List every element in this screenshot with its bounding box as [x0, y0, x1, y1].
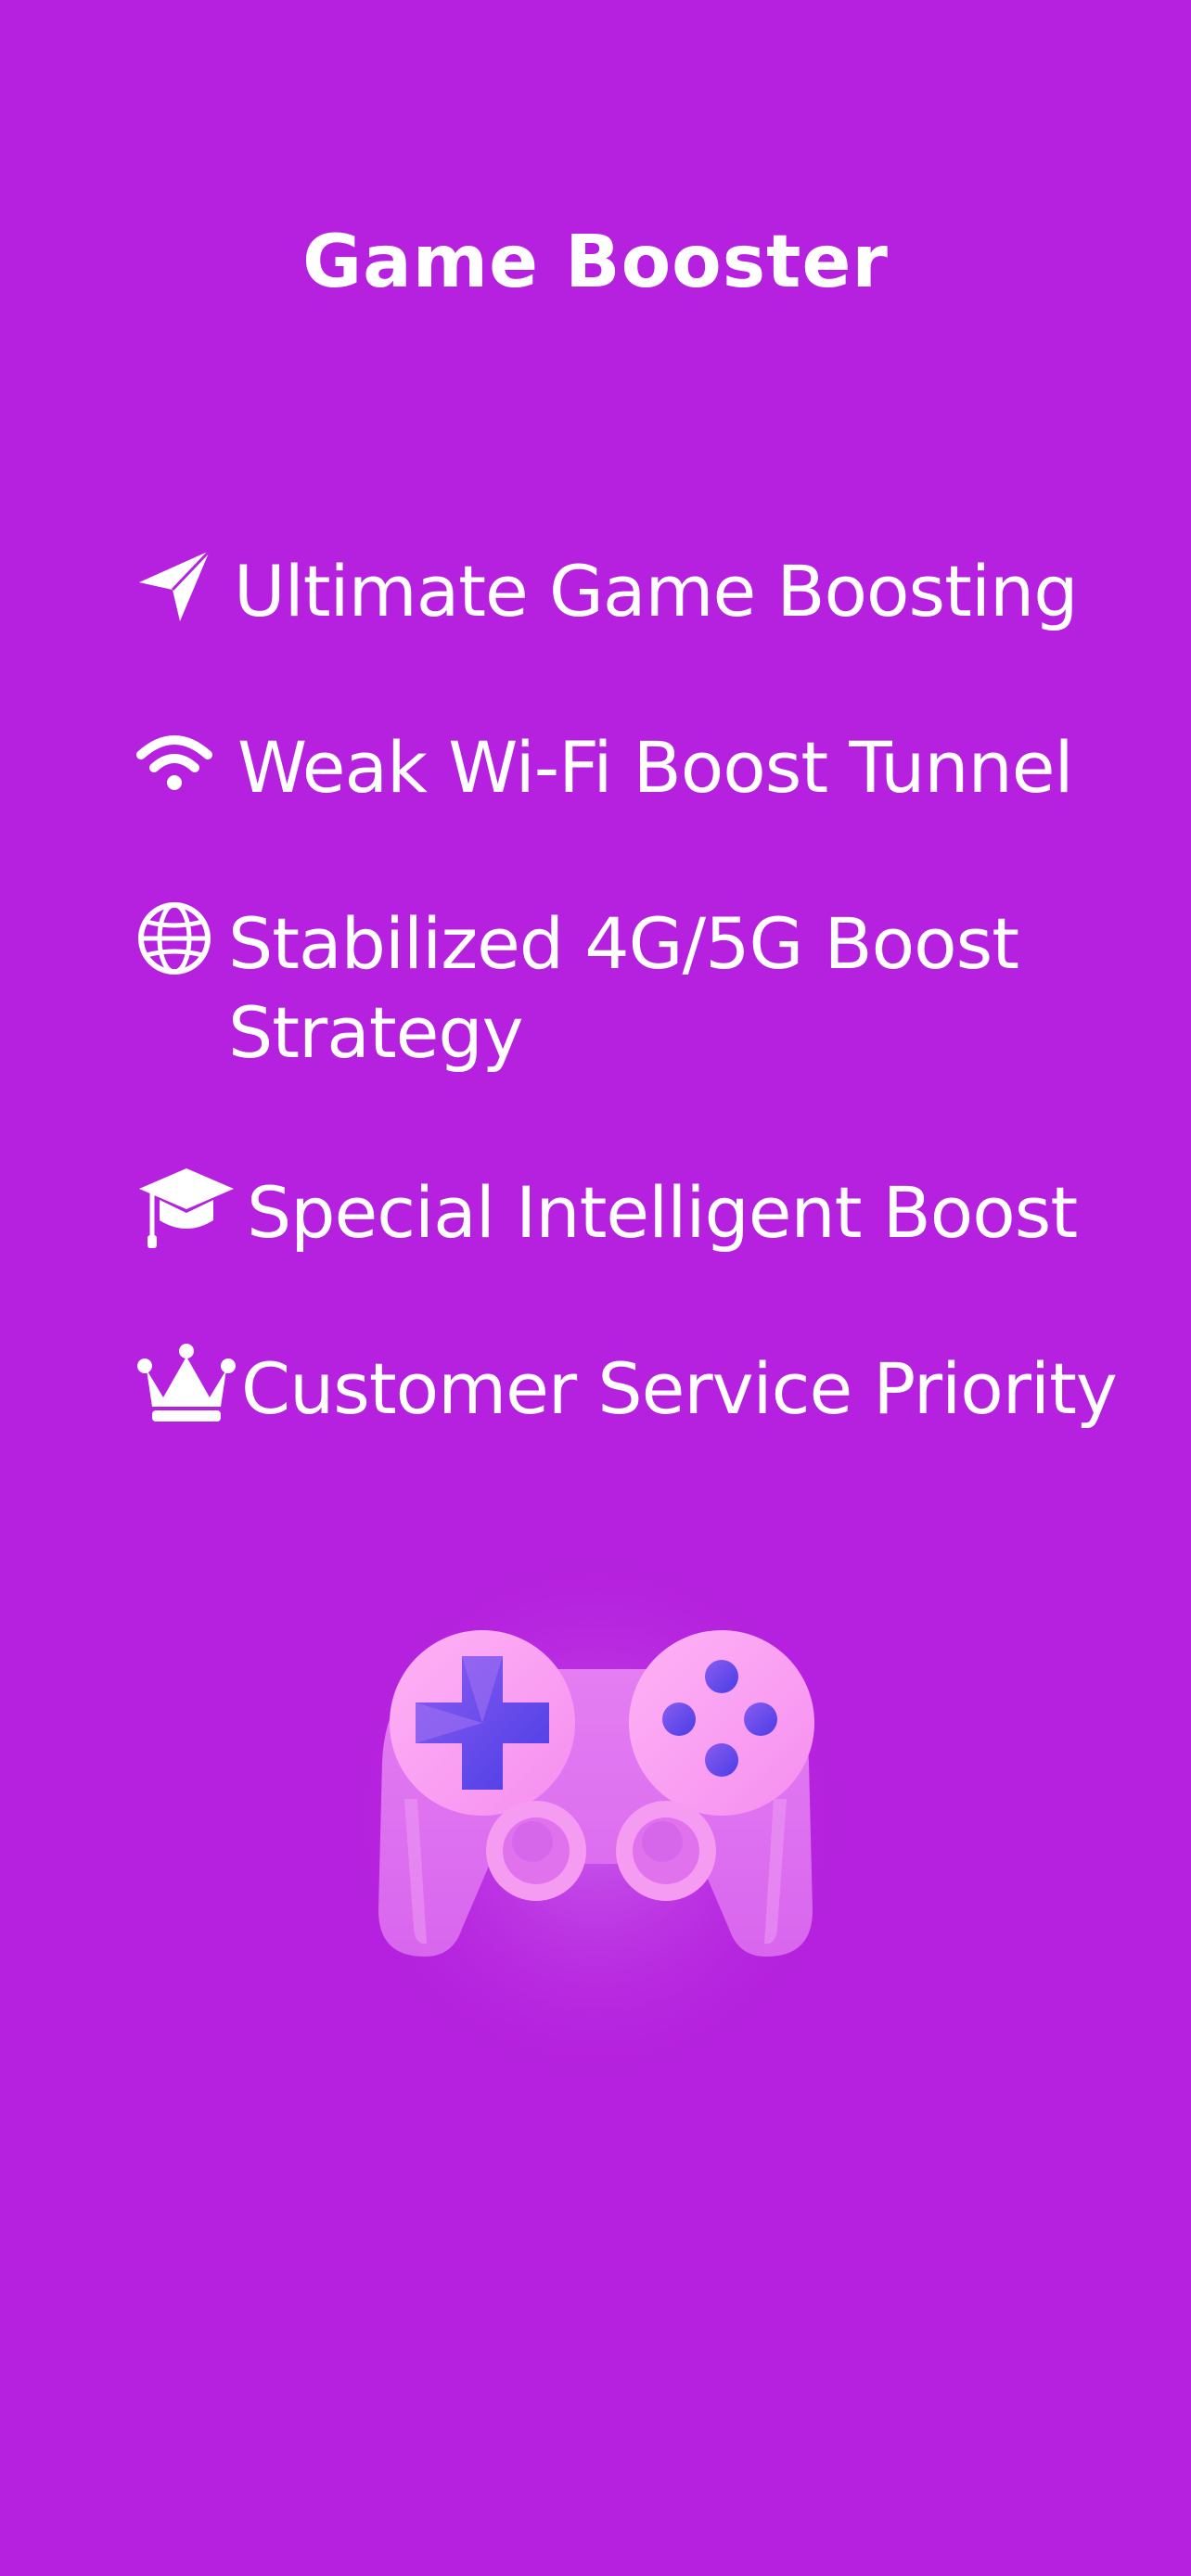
feature-item-wifi-tunnel: Weak Wi-Fi Boost Tunnel — [135, 723, 1074, 812]
feature-item-4g5g-strategy: Stabilized 4G/5G Boost Strategy — [135, 899, 1119, 1078]
feature-item-intelligent-boost: Special Intelligent Boost — [135, 1168, 1078, 1257]
graduation-cap-icon — [135, 1168, 237, 1248]
gamepad-icon — [330, 1539, 861, 2096]
feature-item-customer-priority: Customer Service Priority — [135, 1344, 1118, 1434]
feature-label: Weak Wi-Fi Boost Tunnel — [237, 726, 1074, 809]
feature-label: Customer Service Priority — [241, 1347, 1118, 1430]
page-title: Game Booster — [302, 221, 889, 304]
gamepad-illustration — [330, 1521, 861, 2096]
globe-icon — [135, 899, 213, 977]
feature-label: Stabilized 4G/5G Boost Strategy — [228, 902, 1019, 1074]
feature-label: Special Intelligent Boost — [247, 1171, 1078, 1254]
feature-item-ultimate-boosting: Ultimate Game Boosting — [135, 547, 1078, 636]
wifi-icon — [135, 723, 213, 801]
paper-plane-icon — [135, 547, 213, 625]
crown-icon — [135, 1344, 237, 1422]
feature-label: Ultimate Game Boosting — [234, 550, 1078, 632]
